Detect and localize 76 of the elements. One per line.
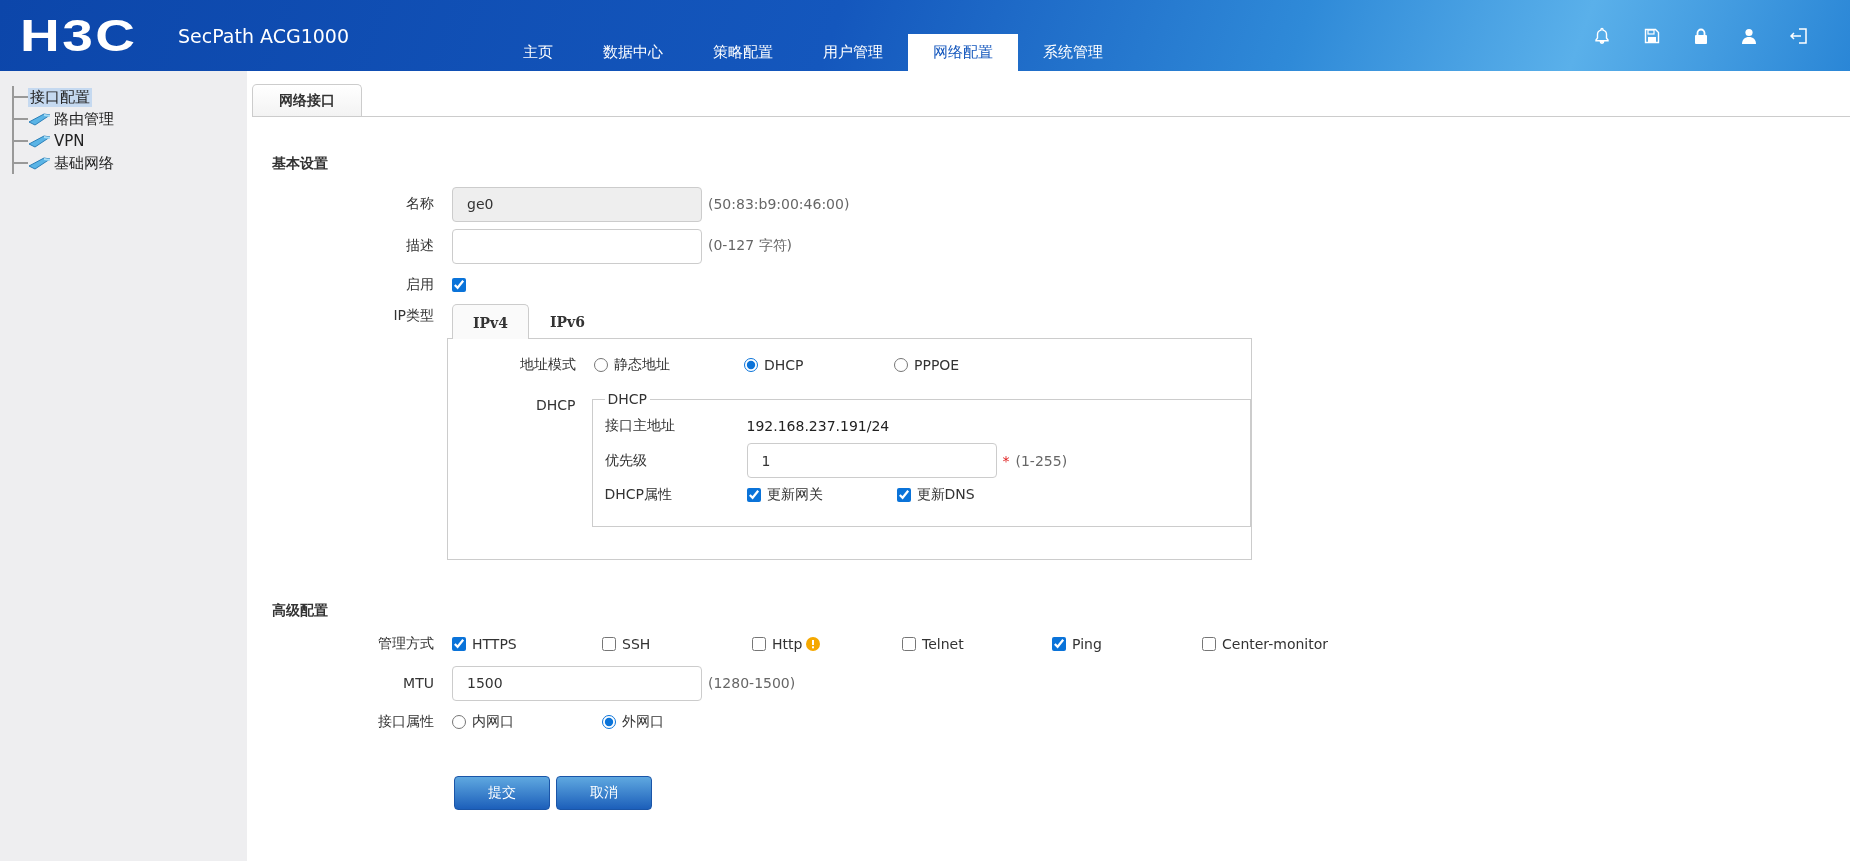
checkbox[interactable]	[896, 488, 911, 502]
field-hint: (50:83:b9:00:46:00)	[708, 196, 850, 212]
option-label[interactable]: PPPOE	[914, 357, 960, 373]
save-icon[interactable]	[1644, 27, 1660, 44]
option-label[interactable]: Http	[772, 636, 803, 652]
field-label: MTU	[402, 675, 434, 691]
option-label[interactable]: Telnet	[922, 636, 964, 652]
field-label: DHCP	[534, 397, 576, 413]
checkbox[interactable]	[746, 488, 761, 502]
address-value: 192.168.237.191/24	[746, 418, 890, 434]
checkbox[interactable]	[902, 637, 916, 651]
field-label: IP类型	[392, 307, 434, 325]
field-label: 描述	[405, 237, 434, 255]
field-hint: (1-255)	[1015, 452, 1068, 469]
tree-item[interactable]: 路由管理	[52, 109, 116, 129]
radio-button[interactable]	[594, 358, 608, 372]
mtu-field[interactable]: 1500	[452, 665, 702, 701]
field-label: DHCP属性	[604, 486, 674, 504]
tree-item[interactable]: 基础网络	[52, 153, 116, 173]
field-label: 接口主地址	[604, 417, 676, 435]
option-label[interactable]: DHCP	[764, 357, 804, 373]
ip-tab[interactable]: IPv6	[528, 303, 606, 338]
checkbox[interactable]	[452, 637, 466, 651]
checkbox[interactable]	[602, 637, 616, 651]
radio-button[interactable]	[894, 358, 908, 372]
option-label[interactable]: 更新DNS	[916, 486, 975, 504]
field-label: 接口属性	[377, 713, 434, 731]
option-label[interactable]: 静态地址	[614, 356, 670, 374]
tree-item[interactable]: 接口配置	[28, 87, 92, 107]
product-name: SecPath ACG1000	[178, 24, 350, 47]
node-icon	[28, 156, 52, 170]
checkbox[interactable]	[752, 637, 766, 651]
nav-tab[interactable]: 系统管理	[1018, 34, 1128, 71]
option-label[interactable]: 更新网关	[766, 486, 823, 504]
node-icon	[28, 112, 52, 126]
ip-tab[interactable]: IPv4	[452, 304, 529, 339]
option-label[interactable]: 内网口	[472, 713, 514, 731]
nav-tab[interactable]: 策略配置	[688, 34, 798, 71]
option-label[interactable]: HTTPS	[472, 636, 517, 652]
tree-item[interactable]: VPN	[52, 132, 87, 150]
section-title: 高级配置	[272, 602, 329, 620]
field-hint: (0-127 字符)	[708, 237, 793, 255]
section-title: 基本设置	[272, 155, 329, 173]
field-label: 管理方式	[377, 635, 434, 653]
nav-tab[interactable]: 数据中心	[578, 34, 688, 71]
option-label[interactable]: Ping	[1072, 636, 1102, 652]
description-field[interactable]	[452, 228, 702, 264]
checkbox[interactable]	[452, 278, 466, 292]
form-button[interactable]: 取消	[556, 776, 652, 810]
field-label: 启用	[405, 276, 434, 294]
notification-icon[interactable]	[1594, 27, 1610, 44]
radio-button[interactable]	[602, 715, 616, 729]
radio-button[interactable]	[452, 715, 466, 729]
radio-button[interactable]	[744, 358, 758, 372]
logout-icon[interactable]	[1790, 26, 1808, 45]
user-icon[interactable]	[1742, 27, 1756, 44]
nav-tab[interactable]: 用户管理	[798, 34, 908, 71]
lock-icon[interactable]	[1694, 27, 1708, 44]
group-title: DHCP	[606, 391, 649, 407]
nav-tab[interactable]: 主页	[498, 34, 578, 71]
priority-field[interactable]: 1	[746, 443, 997, 478]
page-tab[interactable]: 网络接口	[252, 84, 362, 116]
checkbox[interactable]	[1052, 637, 1066, 651]
node-icon	[28, 134, 52, 148]
logo: H3C	[20, 10, 139, 61]
field-label: 地址模式	[519, 356, 576, 374]
option-label[interactable]: 外网口	[622, 713, 664, 731]
option-label[interactable]: Center-monitor	[1222, 636, 1329, 652]
field-label: 名称	[405, 195, 434, 213]
field-label: 优先级	[604, 451, 648, 470]
option-label[interactable]: SSH	[622, 636, 651, 652]
field-hint: (1280-1500)	[708, 675, 796, 691]
form-button[interactable]: 提交	[454, 776, 550, 810]
required-mark: *	[1002, 452, 1010, 469]
checkbox[interactable]	[1202, 637, 1216, 651]
nav-tab[interactable]: 网络配置	[908, 34, 1018, 71]
